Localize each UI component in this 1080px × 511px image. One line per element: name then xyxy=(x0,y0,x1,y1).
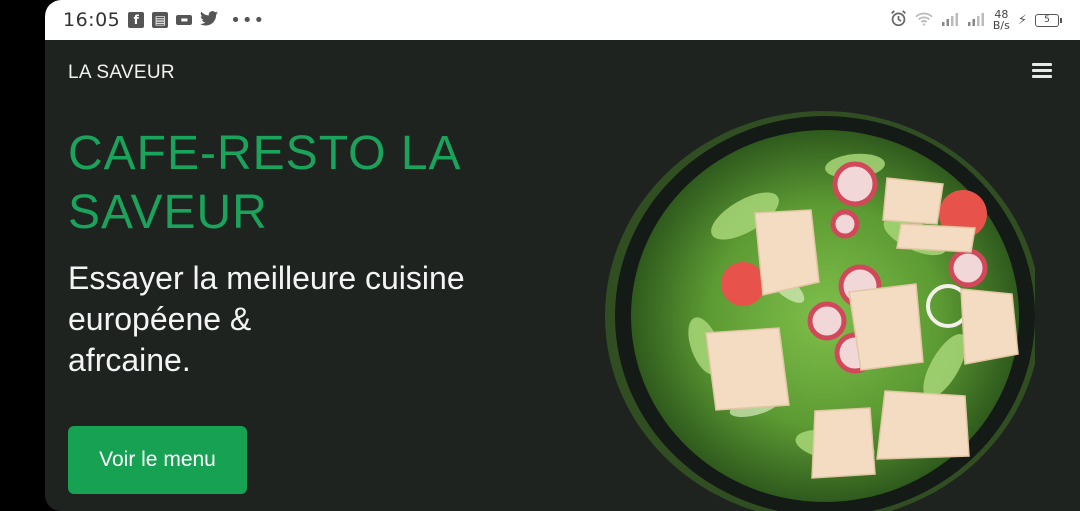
more-notifications-icon: ••• xyxy=(230,9,266,31)
news-icon: ▤ xyxy=(152,12,169,28)
alarm-icon xyxy=(890,9,907,31)
wifi-icon xyxy=(915,11,933,30)
status-bar: 16:05 f ▤ ▬ ••• 48 B/s ⚡ 5 xyxy=(45,0,1080,40)
hero-subtitle-line-2: européene & xyxy=(68,301,252,337)
battery-icon: 5 xyxy=(1035,13,1062,27)
status-time: 16:05 xyxy=(63,9,121,31)
hero-title-line-1: CAFE-RESTO LA xyxy=(68,127,462,180)
salad-bowl-image xyxy=(605,111,1035,511)
charging-icon: ⚡ xyxy=(1017,12,1027,28)
signal-icon-2 xyxy=(967,11,985,30)
hamburger-icon[interactable] xyxy=(1032,62,1054,80)
app-window: 16:05 f ▤ ▬ ••• 48 B/s ⚡ 5 LA SAVEUR CAF… xyxy=(45,0,1080,511)
network-speed: 48 B/s xyxy=(993,9,1010,31)
message-icon: ▬ xyxy=(176,15,193,25)
speed-unit: B/s xyxy=(992,19,1010,32)
hero-title-line-2: SAVEUR xyxy=(68,186,268,239)
hero-title: CAFE-RESTO LA SAVEUR xyxy=(68,124,588,242)
twitter-icon xyxy=(200,10,219,30)
signal-icon-1 xyxy=(941,11,959,30)
battery-level: 5 xyxy=(1035,13,1059,27)
hero-subtitle-line-3: afrcaine. xyxy=(68,342,191,378)
hero-subtitle-line-1: Essayer la meilleure cuisine xyxy=(68,260,465,296)
hero-subtitle: Essayer la meilleure cuisine européene &… xyxy=(68,258,588,381)
facebook-icon: f xyxy=(128,12,145,28)
navbar: LA SAVEUR xyxy=(45,40,1080,106)
view-menu-button[interactable]: Voir le menu xyxy=(68,426,247,494)
brand-logo[interactable]: LA SAVEUR xyxy=(68,62,175,84)
